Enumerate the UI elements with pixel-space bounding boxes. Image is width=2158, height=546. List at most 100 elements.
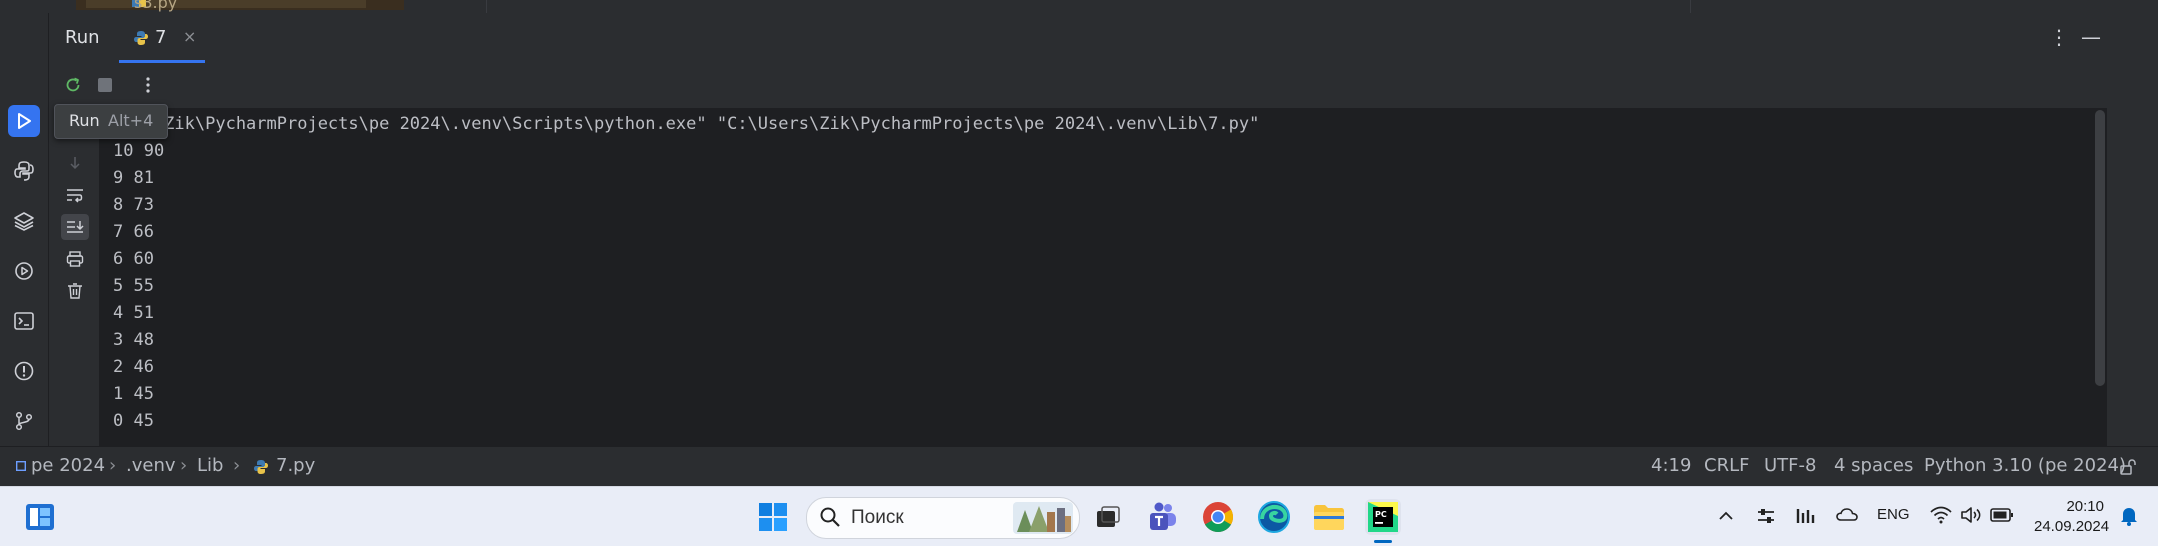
layers-icon xyxy=(14,212,34,231)
scroll-to-end-button[interactable] xyxy=(61,214,89,240)
status-bar: pe 2024 › .venv › Lib › 7.py 4:19 CRLF U… xyxy=(0,446,2158,487)
console-line: 7 66 xyxy=(113,222,154,242)
console-line: 0 45 xyxy=(113,411,154,431)
project-module-icon xyxy=(16,461,26,471)
trash-icon xyxy=(68,283,82,299)
windows-taskbar: Поиск PC ENG 20:10 24.09.2024 xyxy=(0,486,2158,546)
more-vertical-icon[interactable] xyxy=(145,75,151,95)
services-icon xyxy=(15,262,33,280)
console-output[interactable]: sers\Zik\PycharmProjects\pe 2024\.venv\S… xyxy=(99,108,2103,446)
chevron-up-icon[interactable] xyxy=(1718,508,1734,524)
problems-button[interactable] xyxy=(8,355,40,387)
git-branch-icon xyxy=(15,411,33,431)
svg-text:PC: PC xyxy=(1375,510,1387,519)
breadcrumb-venv[interactable]: .venv xyxy=(126,455,176,476)
console-actions xyxy=(49,108,99,446)
python-console-button[interactable] xyxy=(8,155,40,187)
breadcrumb-separator: › xyxy=(233,455,241,476)
wifi-icon[interactable] xyxy=(1930,505,1952,525)
python-file-icon xyxy=(254,460,268,474)
breadcrumb-project[interactable]: pe 2024 xyxy=(31,455,105,476)
git-button[interactable] xyxy=(8,405,40,437)
taskbar-search-box[interactable]: Поиск xyxy=(806,497,1080,539)
battery-icon[interactable] xyxy=(1990,507,2014,523)
onedrive-cloud-icon[interactable] xyxy=(1836,506,1858,524)
console-line: 4 51 xyxy=(113,303,154,323)
unlock-icon[interactable] xyxy=(2119,458,2137,476)
teams-button[interactable] xyxy=(1144,499,1180,535)
input-language[interactable]: ENG xyxy=(1877,506,1910,523)
line-ending[interactable]: CRLF xyxy=(1704,455,1749,476)
arrow-down-icon xyxy=(70,157,80,170)
tool-window-strip xyxy=(0,13,49,446)
volume-icon[interactable] xyxy=(1960,505,1982,525)
widgets-icon xyxy=(26,504,54,530)
task-view-button[interactable] xyxy=(1090,499,1126,535)
tooltip-shortcut: Alt+4 xyxy=(108,111,154,130)
scroll-to-end-icon xyxy=(67,221,84,233)
indent-setting[interactable]: 4 spaces xyxy=(1834,455,1913,476)
services-button[interactable] xyxy=(8,255,40,287)
editor-tab-highlight xyxy=(86,0,366,8)
divider xyxy=(1690,0,1691,13)
console-line: 3 48 xyxy=(113,330,154,350)
chrome-button[interactable] xyxy=(1200,499,1236,535)
search-icon xyxy=(820,507,840,527)
python-interpreter[interactable]: Python 3.10 (pe 2024) xyxy=(1924,455,2126,476)
python-packages-button[interactable] xyxy=(8,205,40,237)
print-button[interactable] xyxy=(61,246,89,272)
file-encoding[interactable]: UTF-8 xyxy=(1764,455,1816,476)
breadcrumb-separator: › xyxy=(180,455,188,476)
console-command-line: sers\Zik\PycharmProjects\pe 2024\.venv\S… xyxy=(113,114,1260,134)
run-toolbar xyxy=(49,63,2158,108)
widgets-button[interactable] xyxy=(22,499,58,535)
divider xyxy=(486,0,487,13)
equalizer-icon[interactable] xyxy=(1796,506,1816,526)
console-scrollbar-thumb[interactable] xyxy=(2095,110,2105,386)
stop-icon[interactable] xyxy=(98,78,112,92)
pycharm-button[interactable]: PC xyxy=(1365,499,1401,535)
editor-top-strip: s3.py xyxy=(0,0,2158,13)
edge-icon xyxy=(1258,501,1290,533)
breadcrumb-file[interactable]: 7.py xyxy=(276,455,315,476)
clear-all-button[interactable] xyxy=(61,278,89,304)
windows-logo-icon xyxy=(759,503,787,531)
tab-run-7[interactable]: 7 × xyxy=(119,13,205,63)
file-explorer-button[interactable] xyxy=(1311,499,1347,535)
python-console-icon xyxy=(14,161,34,181)
start-button[interactable] xyxy=(755,499,791,535)
soft-wrap-icon xyxy=(67,189,83,203)
console-line: 9 81 xyxy=(113,168,154,188)
tab-label: 7 xyxy=(155,27,167,48)
run-icon xyxy=(18,113,31,129)
notification-bell-icon[interactable] xyxy=(2119,505,2139,527)
warning-circle-icon xyxy=(14,361,34,381)
console-line: 10 90 xyxy=(113,141,165,161)
terminal-button[interactable] xyxy=(8,305,40,337)
scroll-down-button[interactable] xyxy=(61,150,89,176)
terminal-icon xyxy=(14,312,34,330)
breadcrumb-lib[interactable]: Lib xyxy=(197,455,223,476)
search-highlight-icon xyxy=(1013,502,1073,534)
console-line: 8 73 xyxy=(113,195,154,215)
rerun-icon[interactable] xyxy=(63,75,83,95)
edge-button[interactable] xyxy=(1256,499,1292,535)
folder-icon xyxy=(1314,505,1344,530)
sliders-icon[interactable] xyxy=(1756,506,1776,526)
tab-close-button[interactable]: × xyxy=(183,27,196,46)
taskbar-clock[interactable]: 20:10 24.09.2024 xyxy=(2034,497,2110,537)
minimize-panel-button[interactable]: — xyxy=(2081,25,2101,49)
run-panel-header: Run 7 × ⋮ — xyxy=(49,13,2158,64)
editor-file-label[interactable]: s3.py xyxy=(134,0,177,12)
console-line: 2 46 xyxy=(113,357,154,377)
more-options-button[interactable]: ⋮ xyxy=(2049,25,2069,49)
clock-time: 20:10 xyxy=(2066,498,2104,515)
caret-position[interactable]: 4:19 xyxy=(1651,455,1691,476)
teams-icon xyxy=(1150,502,1176,530)
console-line: 1 45 xyxy=(113,384,154,404)
soft-wrap-button[interactable] xyxy=(61,182,89,208)
run-tool-button[interactable] xyxy=(8,105,40,137)
run-panel-title: Run xyxy=(65,27,100,48)
clock-date: 24.09.2024 xyxy=(2034,518,2110,535)
console-line: 5 55 xyxy=(113,276,154,296)
